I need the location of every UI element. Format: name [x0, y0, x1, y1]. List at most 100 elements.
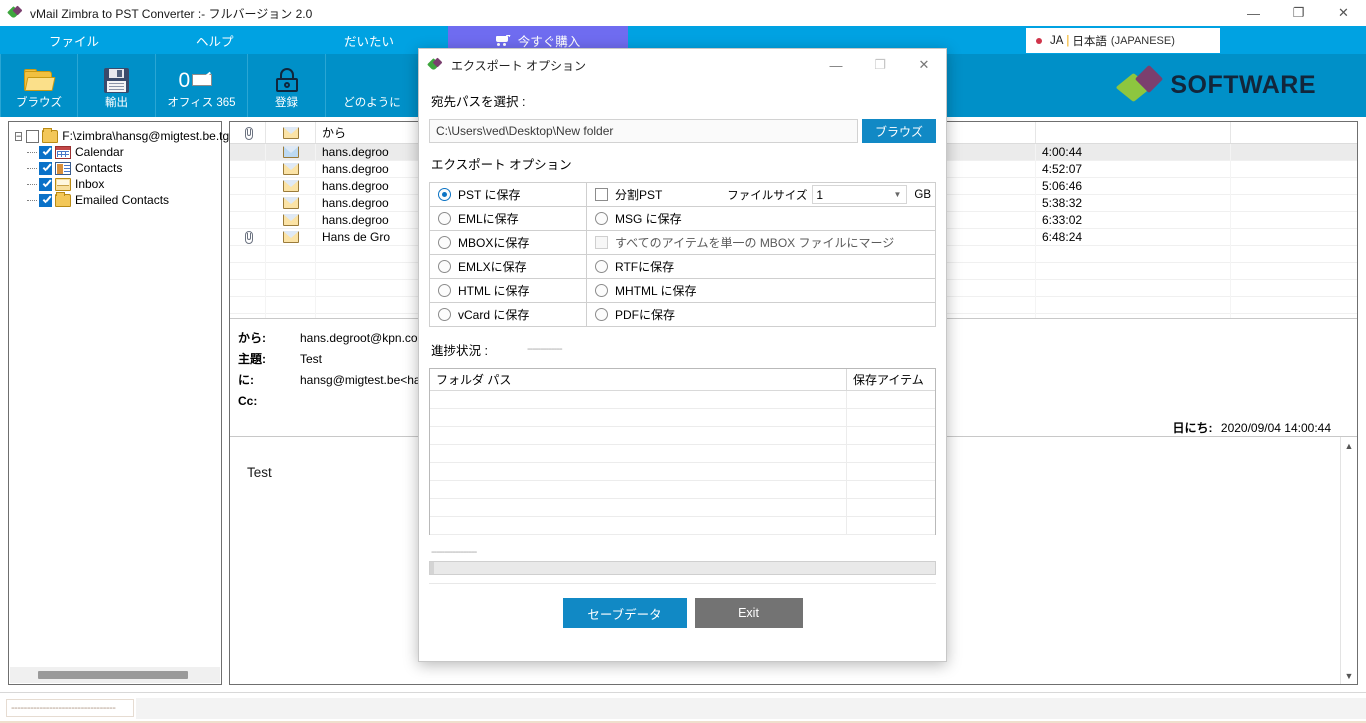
folder-icon: [24, 65, 56, 95]
envelope-icon: [282, 163, 299, 175]
cell-empty: [266, 245, 316, 263]
file-size-dropdown[interactable]: 1 ▼: [812, 185, 908, 204]
cell-date: 6:48:24: [1036, 228, 1231, 246]
cell-attachment: [230, 211, 266, 229]
tree-expander-icon[interactable]: −: [15, 131, 23, 141]
scrollbar-thumb[interactable]: [38, 671, 188, 679]
export-format-table: PST に保存 分割PST ファイルサイズ 1 ▼ GB EMLに保存 MSG …: [429, 182, 936, 327]
file-size-group: ファイルサイズ 1 ▼ GB: [727, 185, 935, 204]
paperclip-icon: [244, 231, 253, 244]
browse-button[interactable]: ブラウズ: [862, 119, 936, 143]
radio-save-as-mhtml[interactable]: [595, 284, 608, 297]
toolbar-button-register[interactable]: 登録: [248, 54, 326, 117]
maximize-button[interactable]: ❐: [1276, 0, 1321, 26]
column-header-attachment[interactable]: [230, 122, 266, 143]
dialog-minimize-button[interactable]: —: [814, 49, 858, 81]
tree-checkbox-inbox[interactable]: [39, 177, 52, 191]
destination-path-input[interactable]: C:\Users\ved\Desktop\New folder: [429, 119, 858, 143]
option-save-as-pdf[interactable]: PDFに保存: [587, 303, 935, 327]
tree-item-inbox[interactable]: Inbox: [27, 176, 217, 192]
toolbar-button-how-to[interactable]: どのように: [326, 54, 418, 117]
result-table-header: フォルダ パス 保存アイテム: [430, 369, 935, 391]
language-name: 日本語: [1072, 35, 1107, 48]
radio-save-as-rtf[interactable]: [595, 260, 608, 273]
app-logo-icon: [7, 5, 23, 19]
radio-save-as-html[interactable]: [438, 284, 451, 297]
menu-item-file[interactable]: ファイル: [0, 26, 148, 54]
scroll-up-arrow-icon[interactable]: ▲: [1341, 437, 1358, 454]
language-code: JA: [1050, 34, 1064, 47]
tree-item-root[interactable]: − F:\zimbra\hansg@migtest.be.tgz: [15, 127, 235, 144]
option-save-as-mhtml[interactable]: MHTML に保存: [587, 279, 935, 303]
dialog-maximize-button[interactable]: ❐: [858, 49, 902, 81]
tree-item-contacts[interactable]: Contacts: [27, 160, 217, 176]
toolbar-button-browse[interactable]: ブラウズ: [0, 54, 78, 117]
column-header-date[interactable]: [1036, 122, 1231, 143]
radio-save-as-mbox[interactable]: [438, 236, 451, 249]
option-save-as-eml[interactable]: EMLに保存: [430, 206, 587, 231]
cell-folder-path: [430, 463, 847, 480]
option-save-as-msg[interactable]: MSG に保存: [587, 207, 935, 231]
save-data-button[interactable]: セーブデータ: [562, 598, 687, 628]
option-save-as-emlx[interactable]: EMLXに保存: [430, 254, 587, 279]
folder-icon: [42, 127, 59, 143]
tree-checkbox-contacts[interactable]: [39, 161, 52, 175]
radio-save-as-vcard[interactable]: [438, 308, 451, 321]
file-size-value: 1: [816, 187, 824, 202]
label-merge-mbox: すべてのアイテムを単一の MBOX ファイルにマージ: [615, 236, 895, 250]
minimize-button[interactable]: —: [1231, 0, 1276, 26]
column-header-filler: [1231, 122, 1357, 143]
toolbar-button-export[interactable]: 輸出: [78, 54, 156, 117]
checkbox-merge-mbox[interactable]: [595, 236, 608, 249]
option-save-as-pst[interactable]: PST に保存: [430, 182, 587, 207]
exit-button[interactable]: Exit: [694, 598, 803, 628]
language-selector[interactable]: JA | 日本語 (JAPANESE): [1026, 28, 1220, 53]
option-save-as-mbox[interactable]: MBOXに保存: [430, 230, 587, 255]
cell-folder-path: [430, 391, 847, 408]
scroll-down-arrow-icon[interactable]: ▼: [1341, 667, 1358, 684]
cell-filler: [1231, 144, 1357, 161]
option-row-pst: PST に保存 分割PST ファイルサイズ 1 ▼ GB: [430, 182, 935, 207]
detail-value-date: 2020/09/04 14:00:44: [1220, 421, 1331, 435]
chevron-down-icon[interactable]: ▼: [893, 190, 901, 199]
cell-folder-path: [430, 427, 847, 444]
option-save-as-html[interactable]: HTML に保存: [430, 278, 587, 303]
menu-item-help[interactable]: ヘルプ: [148, 26, 296, 54]
radio-save-as-msg[interactable]: [595, 212, 608, 225]
option-save-as-vcard[interactable]: vCard に保存: [430, 302, 587, 327]
tree-item-emailed-contacts[interactable]: Emailed Contacts: [27, 191, 217, 208]
column-header-saved-items[interactable]: 保存アイテム: [847, 369, 935, 390]
option-merge-mbox[interactable]: すべてのアイテムを単一の MBOX ファイルにマージ: [587, 231, 935, 255]
dialog-progress-bar: [429, 561, 936, 575]
destination-path-row: C:\Users\ved\Desktop\New folder ブラウズ: [429, 119, 936, 143]
cell-saved-items: [847, 481, 935, 498]
option-split-pst[interactable]: 分割PST ファイルサイズ 1 ▼ GB: [587, 183, 935, 207]
tree-checkbox-emailed-contacts[interactable]: [39, 193, 52, 207]
table-row: [430, 481, 935, 499]
tree-label-root: F:\zimbra\hansg@migtest.be.tgz: [62, 129, 236, 143]
radio-save-as-pdf[interactable]: [595, 308, 608, 321]
option-row-vcard: vCard に保存 PDFに保存: [430, 302, 935, 327]
brand-mark-icon: [1115, 64, 1164, 103]
tree-horizontal-scrollbar[interactable]: [10, 667, 220, 683]
body-vertical-scrollbar[interactable]: ▲ ▼: [1340, 437, 1357, 684]
cell-attachment: [230, 177, 266, 195]
tree-checkbox-calendar[interactable]: [39, 145, 52, 159]
column-header-status[interactable]: [266, 122, 316, 143]
close-button[interactable]: ✕: [1321, 0, 1366, 26]
dialog-title: エクスポート オプション: [451, 58, 586, 73]
checkbox-split-pst[interactable]: [595, 188, 608, 201]
radio-save-as-eml[interactable]: [438, 212, 451, 225]
dialog-close-button[interactable]: ✕: [902, 49, 946, 81]
option-save-as-rtf[interactable]: RTFに保存: [587, 255, 935, 279]
tree-label-inbox: Inbox: [75, 177, 105, 191]
column-header-folder-path[interactable]: フォルダ パス: [430, 369, 847, 390]
tree-checkbox-root[interactable]: [26, 129, 40, 143]
toolbar-button-office365[interactable]: 0 オフィス 365: [156, 54, 248, 117]
lock-icon: [275, 65, 299, 95]
tree-item-calendar[interactable]: Calendar: [27, 144, 217, 160]
radio-save-as-pst[interactable]: [438, 188, 451, 201]
table-row: [430, 409, 935, 427]
toolbar-label-browse: ブラウズ: [16, 97, 62, 109]
radio-save-as-emlx[interactable]: [438, 260, 451, 273]
